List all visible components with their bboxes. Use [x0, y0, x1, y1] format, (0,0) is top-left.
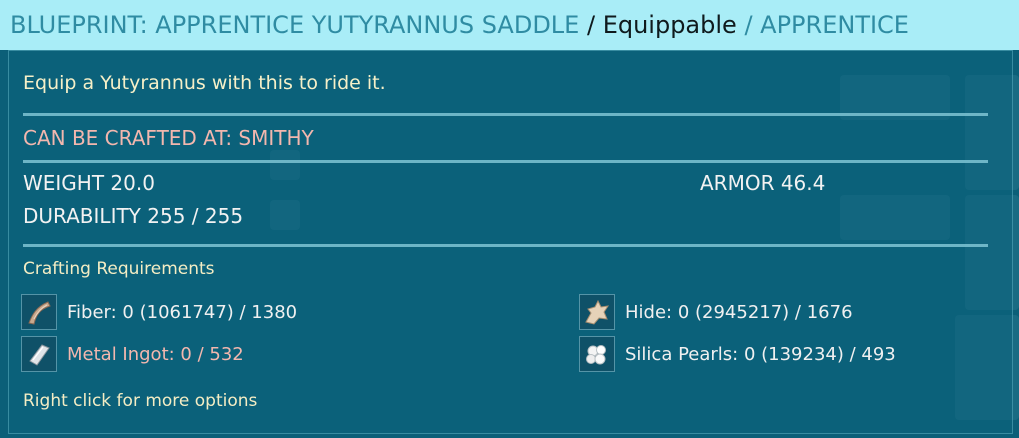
metal-ingot-icon: [21, 336, 57, 372]
divider: [23, 113, 988, 116]
weight-stat: WEIGHT 20.0: [23, 171, 155, 195]
item-description: Equip a Yutyrannus with this to ride it.: [23, 72, 386, 94]
requirement-label: Fiber: 0 (1061747) / 1380: [67, 301, 298, 323]
title-separator: /: [736, 11, 761, 39]
crafting-requirements-title: Crafting Requirements: [23, 259, 215, 279]
requirement-hide: Hide: 0 (2945217) / 1676: [579, 294, 853, 330]
silica-pearls-icon: [579, 336, 615, 372]
requirement-label: Hide: 0 (2945217) / 1676: [625, 301, 853, 323]
hide-icon: [579, 294, 615, 330]
item-type: Equippable: [602, 11, 737, 39]
item-tooltip-panel: [8, 50, 1013, 434]
requirement-label: Metal Ingot: 0 / 532: [67, 343, 244, 365]
fiber-icon: [21, 294, 57, 330]
context-menu-hint: Right click for more options: [23, 391, 258, 411]
requirement-label: Silica Pearls: 0 (139234) / 493: [625, 343, 896, 365]
title-separator: /: [579, 11, 603, 39]
requirement-fiber: Fiber: 0 (1061747) / 1380: [21, 294, 297, 330]
item-quality: APPRENTICE: [760, 11, 909, 39]
durability-stat: DURABILITY 255 / 255: [23, 204, 244, 228]
armor-stat: ARMOR 46.4: [700, 171, 826, 195]
requirement-metal-ingot: Metal Ingot: 0 / 532: [21, 336, 244, 372]
item-title-bar: BLUEPRINT: APPRENTICE YUTYRANNUS SADDLE …: [0, 0, 1019, 50]
requirement-silica-pearls: Silica Pearls: 0 (139234) / 493: [579, 336, 896, 372]
divider: [23, 160, 988, 163]
divider: [23, 244, 988, 247]
item-title: BLUEPRINT: APPRENTICE YUTYRANNUS SADDLE: [10, 11, 580, 39]
crafting-station: CAN BE CRAFTED AT: SMITHY: [23, 126, 314, 150]
